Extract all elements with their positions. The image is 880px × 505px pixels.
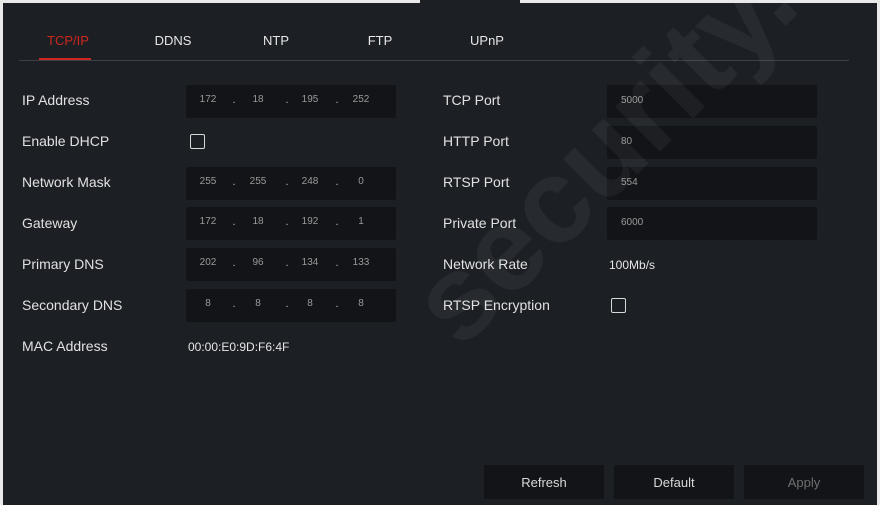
mask-octet-1: 255 xyxy=(199,176,217,187)
network-rate-label: Network Rate xyxy=(443,256,528,272)
ip-dot: . xyxy=(232,176,236,188)
ip-dot: . xyxy=(232,257,236,269)
ip-octet-4: 252 xyxy=(352,94,370,105)
private-port-input[interactable]: 6000 xyxy=(607,207,817,240)
gateway-octet-4: 1 xyxy=(358,216,364,227)
gateway-octet-3: 192 xyxy=(301,216,319,227)
private-port-label: Private Port xyxy=(443,215,517,231)
ip-dot: . xyxy=(285,176,289,188)
gateway-input[interactable]: 172 . 18 . 192 . 1 xyxy=(186,207,396,240)
http-port-label: HTTP Port xyxy=(443,133,509,149)
ip-dot: . xyxy=(232,94,236,106)
dns2-octet-4: 8 xyxy=(358,298,364,309)
ip-octet-3: 195 xyxy=(301,94,319,105)
gateway-label: Gateway xyxy=(22,215,78,231)
apply-button[interactable]: Apply xyxy=(744,465,864,499)
mask-octet-2: 255 xyxy=(249,176,267,187)
ip-dot: . xyxy=(335,257,339,269)
ip-dot: . xyxy=(285,298,289,310)
ip-octet-2: 18 xyxy=(252,94,264,105)
network-settings-panel: TCP/IP DDNS NTP FTP UPnP IP Address 172 … xyxy=(3,3,877,505)
ip-dot: . xyxy=(232,216,236,228)
tab-ddns[interactable]: DDNS xyxy=(155,33,192,48)
tcp-port-value: 5000 xyxy=(621,95,644,106)
http-port-value: 80 xyxy=(621,136,633,147)
enable-dhcp-label: Enable DHCP xyxy=(22,133,110,149)
rtsp-port-input[interactable]: 554 xyxy=(607,167,817,200)
network-mask-input[interactable]: 255 . 255 . 248 . 0 xyxy=(186,167,396,200)
tab-upnp[interactable]: UPnP xyxy=(470,33,504,48)
dns2-octet-1: 8 xyxy=(205,298,211,309)
ip-address-input[interactable]: 172 . 18 . 195 . 252 xyxy=(186,85,396,118)
tab-ntp[interactable]: NTP xyxy=(263,33,289,48)
ip-dot: . xyxy=(335,176,339,188)
rtsp-port-value: 554 xyxy=(621,177,638,188)
ip-dot: . xyxy=(335,216,339,228)
primary-dns-input[interactable]: 202 . 96 . 134 . 133 xyxy=(186,248,396,281)
dns1-octet-4: 133 xyxy=(352,257,370,268)
gateway-octet-1: 172 xyxy=(199,216,217,227)
network-mask-label: Network Mask xyxy=(22,174,111,190)
private-port-value: 6000 xyxy=(621,217,644,228)
mac-address-value: 00:00:E0:9D:F6:4F xyxy=(188,340,290,354)
tab-ftp[interactable]: FTP xyxy=(368,33,393,48)
mask-octet-4: 0 xyxy=(358,176,364,187)
network-rate-value: 100Mb/s xyxy=(609,258,656,272)
dns1-octet-1: 202 xyxy=(199,257,217,268)
rtsp-encryption-checkbox[interactable] xyxy=(611,298,626,313)
secondary-dns-input[interactable]: 8 . 8 . 8 . 8 xyxy=(186,289,396,322)
dns2-octet-2: 8 xyxy=(255,298,261,309)
ip-dot: . xyxy=(335,94,339,106)
ip-dot: . xyxy=(285,216,289,228)
secondary-dns-label: Secondary DNS xyxy=(22,297,123,313)
ip-dot: . xyxy=(285,257,289,269)
dns1-octet-2: 96 xyxy=(252,257,264,268)
default-button[interactable]: Default xyxy=(614,465,734,499)
tcp-port-label: TCP Port xyxy=(443,92,501,108)
ip-dot: . xyxy=(232,298,236,310)
tcp-port-input[interactable]: 5000 xyxy=(607,85,817,118)
mask-octet-3: 248 xyxy=(301,176,319,187)
tab-divider xyxy=(19,60,849,61)
primary-dns-label: Primary DNS xyxy=(22,256,104,272)
rtsp-encryption-label: RTSP Encryption xyxy=(443,297,550,313)
ip-dot: . xyxy=(285,94,289,106)
enable-dhcp-checkbox[interactable] xyxy=(190,134,205,149)
tab-bar: TCP/IP DDNS NTP FTP UPnP xyxy=(3,3,877,61)
dns1-octet-3: 134 xyxy=(301,257,319,268)
gateway-octet-2: 18 xyxy=(252,216,264,227)
ip-octet-1: 172 xyxy=(199,94,217,105)
rtsp-port-label: RTSP Port xyxy=(443,174,510,190)
refresh-button[interactable]: Refresh xyxy=(484,465,604,499)
mac-address-label: MAC Address xyxy=(22,338,108,354)
ip-address-label: IP Address xyxy=(22,92,90,108)
http-port-input[interactable]: 80 xyxy=(607,126,817,159)
ip-dot: . xyxy=(335,298,339,310)
dns2-octet-3: 8 xyxy=(307,298,313,309)
tab-tcpip[interactable]: TCP/IP xyxy=(47,33,89,48)
